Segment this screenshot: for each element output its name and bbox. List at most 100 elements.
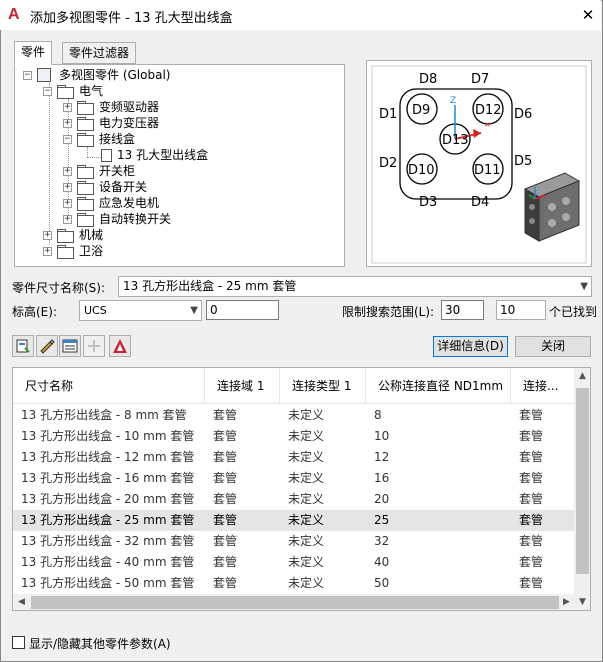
table-cell: 套管: [519, 534, 544, 548]
column-header-domain-1[interactable]: 连接域 1: [205, 368, 280, 404]
close-button[interactable]: 关闭: [515, 336, 591, 357]
found-count-field: 10: [496, 300, 546, 320]
add-part-tool-button[interactable]: [12, 335, 34, 357]
label-d4: D4: [471, 195, 489, 210]
folder-icon: [57, 229, 74, 243]
folder-icon: [57, 245, 74, 259]
column-header-more[interactable]: 连接...: [511, 368, 575, 404]
table-row[interactable]: 13 孔方形出线盒 - 10 mm 套管 套管 未定义 10 套管: [13, 426, 575, 447]
tree-item-label: 变频驱动器: [99, 100, 160, 114]
ucs-select[interactable]: UCS ▼: [79, 300, 202, 321]
tree-item-label: 多视图零件 (Global): [59, 68, 171, 82]
scroll-thumb[interactable]: [31, 596, 559, 609]
table-row[interactable]: 13 孔方形出线盒 - 16 mm 套管 套管 未定义 16 套管: [13, 468, 575, 489]
table-cell: 13 孔方形出线盒 - 40 mm 套管: [21, 555, 195, 569]
table-cell: 未定义: [288, 576, 325, 590]
table-row[interactable]: 13 孔方形出线盒 - 25 mm 套管 套管 未定义 25 套管: [13, 510, 575, 531]
horizontal-scrollbar[interactable]: ◀ ▶: [13, 594, 575, 610]
table-row[interactable]: 13 孔方形出线盒 - 50 mm 套管 套管 未定义 50 套管: [13, 573, 575, 594]
pencil-icon: [40, 339, 55, 354]
expand-icon[interactable]: +: [63, 103, 72, 112]
scroll-up-icon[interactable]: ▲: [574, 368, 590, 385]
table-cell: 套管: [213, 471, 238, 485]
folder-icon: [77, 213, 94, 227]
label-d9: D9: [412, 103, 430, 118]
tab-part-filter[interactable]: 零件过滤器: [62, 42, 137, 64]
part-tool-icon: [16, 339, 30, 353]
expand-icon[interactable]: +: [63, 183, 72, 192]
expand-icon[interactable]: +: [63, 199, 72, 208]
scroll-down-icon[interactable]: ▼: [574, 594, 590, 610]
autocad-tool-button[interactable]: [109, 335, 131, 357]
part-size-select[interactable]: 13 孔方形出线盒 - 25 mm 套管 ▼: [118, 276, 592, 297]
label-d12: D12: [475, 103, 502, 118]
table-cell: 套管: [213, 534, 238, 548]
table-row[interactable]: 13 孔方形出线盒 - 32 mm 套管 套管 未定义 32 套管: [13, 531, 575, 552]
expand-icon[interactable]: +: [43, 231, 52, 240]
table-row[interactable]: 13 孔方形出线盒 - 20 mm 套管 套管 未定义 20 套管: [13, 489, 575, 510]
table-cell: 未定义: [288, 555, 325, 569]
label-d3: D3: [419, 195, 437, 210]
table-header: 尺寸名称 连接域 1 连接类型 1 公称连接直径 ND1mm 连接...: [13, 368, 575, 404]
folder-icon: [77, 117, 94, 131]
expand-icon[interactable]: +: [43, 247, 52, 256]
table-row[interactable]: 13 孔方形出线盒 - 8 mm 套管 套管 未定义 8 套管: [13, 405, 575, 426]
show-hide-params-checkbox[interactable]: [12, 636, 25, 649]
table-cell: 13 孔方形出线盒 - 10 mm 套管: [21, 429, 195, 443]
scroll-left-icon[interactable]: ◀: [13, 594, 30, 610]
ucs-value: UCS: [84, 304, 107, 317]
column-header-size-name[interactable]: 尺寸名称: [13, 368, 205, 404]
elevation-input[interactable]: 0: [206, 300, 279, 320]
table-cell: 套管: [519, 576, 544, 590]
label-d2: D2: [379, 156, 397, 171]
tree-item-label: 设备开关: [99, 180, 148, 194]
expand-icon[interactable]: +: [63, 215, 72, 224]
expand-icon[interactable]: +: [63, 167, 72, 176]
table-row[interactable]: 13 孔方形出线盒 - 12 mm 套管 套管 未定义 12 套管: [13, 447, 575, 468]
scroll-right-icon[interactable]: ▶: [558, 594, 575, 610]
table-cell: 50: [374, 576, 390, 590]
label-d5: D5: [514, 154, 532, 169]
table-cell: 套管: [213, 492, 238, 506]
table-cell: 套管: [519, 555, 544, 569]
table-cell: 20: [374, 492, 390, 506]
tree-item-label: 电力变压器: [99, 116, 160, 130]
table-cell: 未定义: [288, 471, 325, 485]
table-row[interactable]: 13 孔方形出线盒 - 40 mm 套管 套管 未定义 40 套管: [13, 552, 575, 573]
table-cell: 8: [374, 408, 382, 422]
table-cell: 套管: [213, 513, 238, 527]
part-preview: × Z D8 D7 D1 D6 D9 D12 D13 D2 D5 D10 D11…: [366, 60, 592, 267]
junction-box-diagram: × Z D8 D7 D1 D6 D9 D12 D13 D2 D5 D10 D11…: [371, 65, 587, 264]
expand-icon[interactable]: +: [63, 119, 72, 128]
scroll-thumb[interactable]: [576, 388, 589, 574]
table-cell: 未定义: [288, 513, 325, 527]
search-limit-input[interactable]: 30: [441, 300, 484, 320]
vertical-scrollbar[interactable]: ▲ ▼: [574, 368, 590, 610]
svg-text:×: ×: [484, 120, 491, 129]
folder-icon: [77, 101, 94, 115]
collapse-icon[interactable]: −: [23, 71, 32, 80]
details-button[interactable]: 详细信息(D): [433, 336, 508, 357]
properties-icon: [62, 339, 78, 353]
table-cell: 套管: [519, 492, 544, 506]
table-cell: 13 孔方形出线盒 - 25 mm 套管: [21, 513, 195, 527]
column-header-nd1[interactable]: 公称连接直径 ND1mm: [366, 368, 511, 404]
label-d6: D6: [514, 107, 532, 122]
disabled-tool-button[interactable]: [83, 335, 105, 357]
table-cell: 套管: [213, 555, 238, 569]
part-tree[interactable]: − 多视图零件 (Global) − 电气 + 变频驱动器 + 电力变压器 − …: [14, 64, 345, 267]
properties-tool-button[interactable]: [59, 335, 81, 357]
label-d1: D1: [379, 107, 397, 122]
table-cell: 13 孔方形出线盒 - 16 mm 套管: [21, 471, 195, 485]
tab-parts[interactable]: 零件: [14, 41, 53, 65]
part-size-table[interactable]: 尺寸名称 连接域 1 连接类型 1 公称连接直径 ND1mm 连接... 13 …: [12, 367, 591, 611]
window-title: 添加多视图零件 - 13 孔大型出线盒: [30, 11, 233, 26]
collapse-icon[interactable]: −: [63, 135, 72, 144]
column-header-type-1[interactable]: 连接类型 1: [280, 368, 366, 404]
table-cell: 25: [374, 513, 390, 527]
table-cell: 13 孔方形出线盒 - 20 mm 套管: [21, 492, 195, 506]
table-cell: 13 孔方形出线盒 - 50 mm 套管: [21, 576, 195, 590]
close-icon[interactable]: ✕: [578, 5, 598, 25]
edit-part-tool-button[interactable]: [36, 335, 58, 357]
collapse-icon[interactable]: −: [43, 87, 52, 96]
